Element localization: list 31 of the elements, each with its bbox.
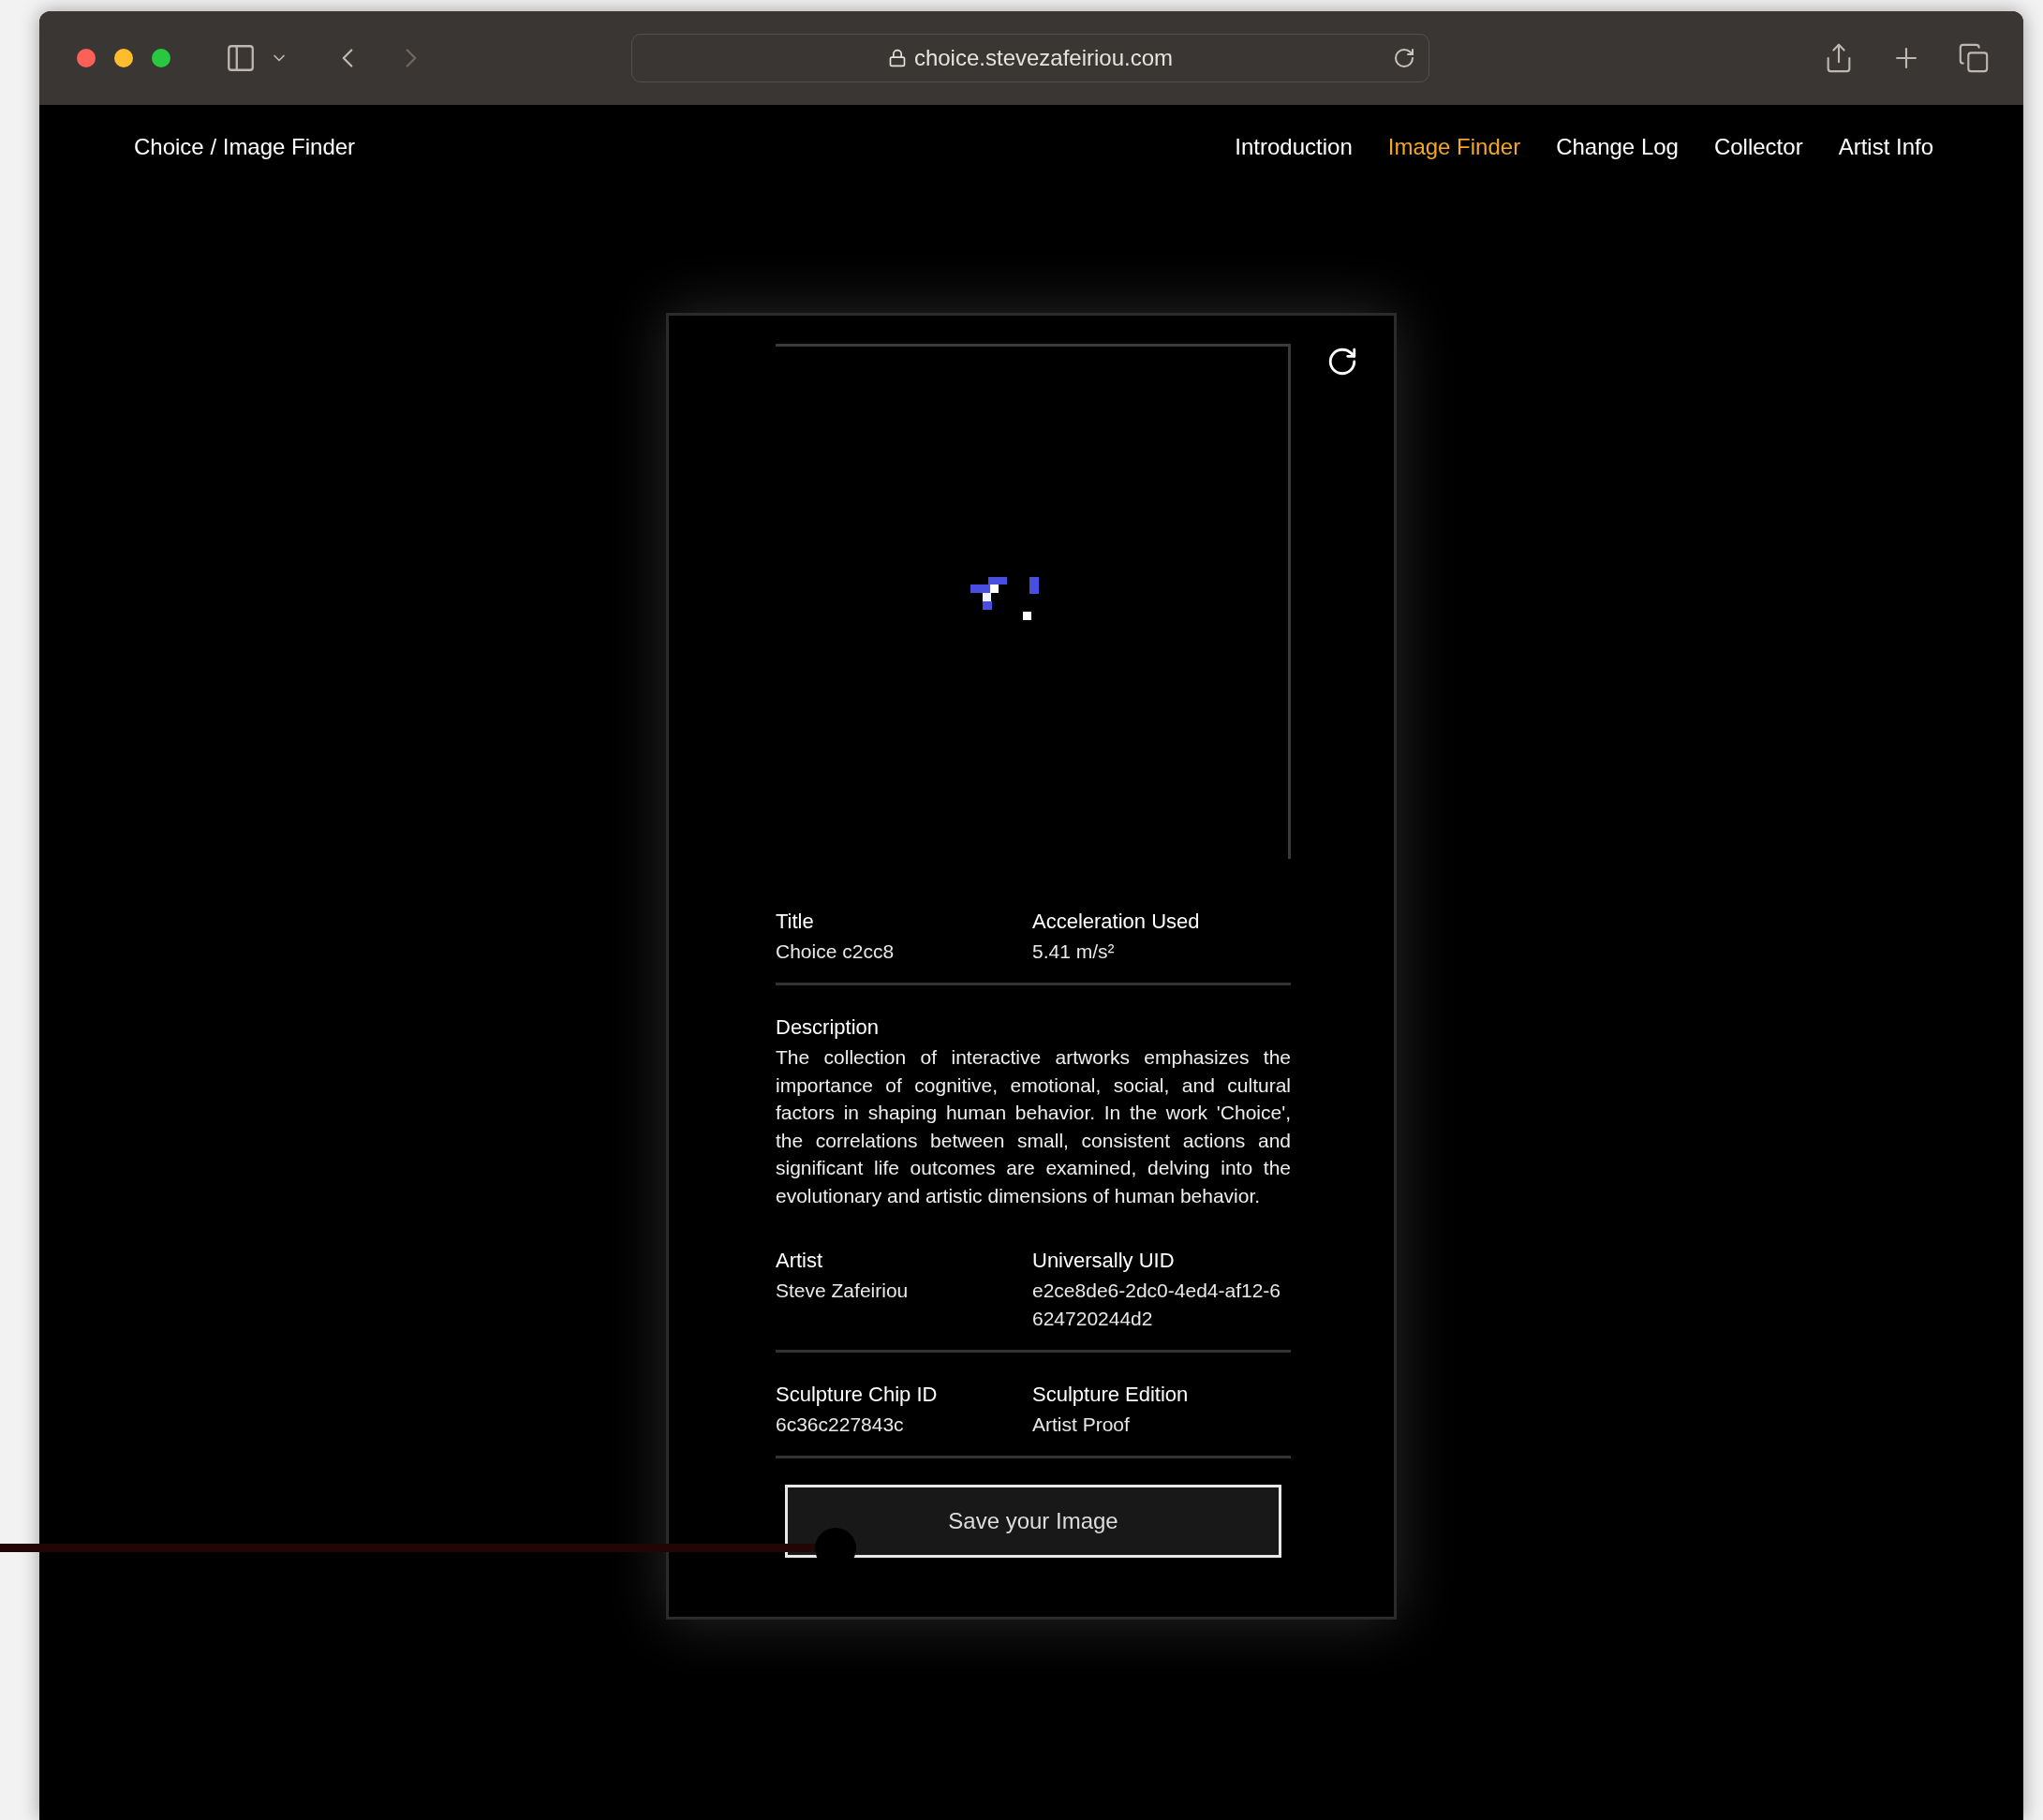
nav-link[interactable]: Image Finder [1387, 134, 1521, 160]
nav-link[interactable]: Artist Info [1838, 134, 1933, 160]
field-label: Title [776, 909, 815, 935]
nav-link[interactable]: Introduction [1235, 134, 1353, 160]
field-value: e2ce8de6-2dc0-4ed4-af12-6624720244d2 [1032, 1279, 1282, 1331]
nav-link[interactable]: Collector [1713, 134, 1803, 160]
field-label: Artist [776, 1248, 824, 1274]
field-label: Description [776, 1014, 881, 1041]
field-value: Artist Proof [1032, 1413, 1131, 1437]
field-label: Sculpture Chip ID [776, 1382, 939, 1408]
field-label: Universally UID [1032, 1248, 1176, 1274]
maximize-button[interactable] [152, 49, 170, 67]
lock-icon [887, 49, 907, 67]
url-text: choice.stevezafeiriou.com [913, 45, 1174, 71]
save-image-button[interactable]: Save your Image [785, 1485, 1281, 1558]
site-title: Choice / Image Finder [134, 134, 356, 160]
reload-icon[interactable] [1393, 47, 1415, 69]
field-label: Acceleration Used [1032, 909, 1201, 935]
minimize-button[interactable] [114, 49, 133, 67]
address-bar[interactable]: choice.stevezafeiriou.com [631, 34, 1429, 82]
field-value: 6c36c227843c [776, 1413, 905, 1437]
description-text: The collection of interactive artworks emphasizes the importance of cognitive, emotional, social, and cultural factors in shaping human behavior. In the work 'Choice', the correlations between small, consistent actions and significant life outcomes are examined, delving into the evolutionary and artistic dimensions of human behavior. [776, 1045, 1291, 1208]
tabs-icon[interactable] [1958, 42, 1990, 74]
field-label: Sculpture Edition [1032, 1382, 1190, 1408]
nav-link[interactable]: Change Log [1556, 134, 1679, 160]
field-value: 5.41 m/s² [1032, 940, 1116, 964]
field-value: Steve Zafeiriou [776, 1279, 910, 1303]
refresh-icon[interactable] [1326, 346, 1358, 377]
field-value: Choice c2cc8 [776, 940, 896, 964]
close-button[interactable] [77, 49, 96, 67]
sidebar-icon[interactable] [225, 42, 257, 74]
